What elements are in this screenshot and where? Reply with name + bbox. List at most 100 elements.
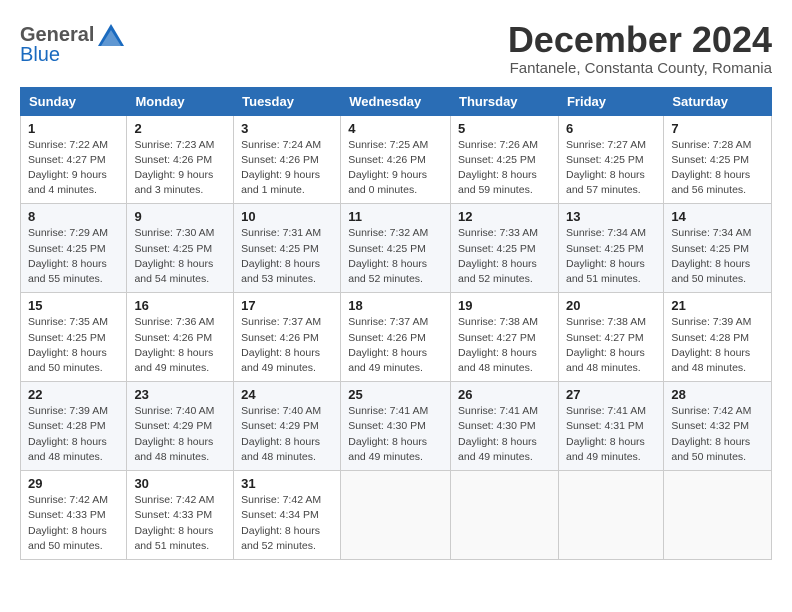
day-number: 8 bbox=[28, 209, 119, 224]
day-number: 2 bbox=[134, 121, 226, 136]
day-number: 6 bbox=[566, 121, 656, 136]
month-title: December 2024 bbox=[508, 20, 772, 60]
day-detail: Sunrise: 7:26 AM Sunset: 4:25 PM Dayligh… bbox=[458, 138, 551, 199]
logo-blue-text: Blue bbox=[20, 44, 60, 67]
calendar-day-cell: 6 Sunrise: 7:27 AM Sunset: 4:25 PM Daylig… bbox=[558, 115, 663, 204]
calendar-week-row: 8 Sunrise: 7:29 AM Sunset: 4:25 PM Daylig… bbox=[21, 204, 772, 293]
calendar-week-row: 29Sunrise: 7:42 AM Sunset: 4:33 PM Dayli… bbox=[21, 471, 772, 560]
day-detail: Sunrise: 7:30 AM Sunset: 4:25 PM Dayligh… bbox=[134, 226, 226, 287]
day-detail: Sunrise: 7:31 AM Sunset: 4:25 PM Dayligh… bbox=[241, 226, 333, 287]
day-detail: Sunrise: 7:28 AM Sunset: 4:25 PM Dayligh… bbox=[671, 138, 764, 199]
day-number: 7 bbox=[671, 121, 764, 136]
day-number: 21 bbox=[671, 298, 764, 313]
day-detail: Sunrise: 7:35 AM Sunset: 4:25 PM Dayligh… bbox=[28, 315, 119, 376]
calendar-day-cell: 21 Sunrise: 7:39 AM Sunset: 4:28 PM Dayli… bbox=[664, 293, 772, 382]
calendar-day-cell: 12 Sunrise: 7:33 AM Sunset: 4:25 PM Dayli… bbox=[451, 204, 559, 293]
calendar-day-cell: 26 Sunrise: 7:41 AM Sunset: 4:30 PM Dayli… bbox=[451, 382, 559, 471]
day-detail: Sunrise: 7:41 AM Sunset: 4:30 PM Dayligh… bbox=[458, 404, 551, 465]
weekday-header-cell: Wednesday bbox=[341, 87, 451, 115]
calendar-body: 1Sunrise: 7:22 AM Sunset: 4:27 PM Daylig… bbox=[21, 115, 772, 559]
calendar-day-cell: 3 Sunrise: 7:24 AM Sunset: 4:26 PM Daylig… bbox=[234, 115, 341, 204]
calendar-day-cell: 20 Sunrise: 7:38 AM Sunset: 4:27 PM Dayli… bbox=[558, 293, 663, 382]
day-number: 26 bbox=[458, 387, 551, 402]
title-section: December 2024 Fantanele, Constanta Count… bbox=[508, 20, 772, 77]
calendar-day-cell: 22Sunrise: 7:39 AM Sunset: 4:28 PM Dayli… bbox=[21, 382, 127, 471]
calendar-day-cell: 8 Sunrise: 7:29 AM Sunset: 4:25 PM Daylig… bbox=[21, 204, 127, 293]
calendar-day-cell: 30Sunrise: 7:42 AM Sunset: 4:33 PM Dayli… bbox=[127, 471, 234, 560]
day-detail: Sunrise: 7:41 AM Sunset: 4:30 PM Dayligh… bbox=[348, 404, 443, 465]
calendar-day-cell: 4 Sunrise: 7:25 AM Sunset: 4:26 PM Daylig… bbox=[341, 115, 451, 204]
calendar-day-cell: 14 Sunrise: 7:34 AM Sunset: 4:25 PM Dayli… bbox=[664, 204, 772, 293]
calendar-day-cell: 24 Sunrise: 7:40 AM Sunset: 4:29 PM Dayli… bbox=[234, 382, 341, 471]
calendar-day-cell bbox=[451, 471, 559, 560]
day-number: 28 bbox=[671, 387, 764, 402]
calendar-day-cell: 25 Sunrise: 7:41 AM Sunset: 4:30 PM Dayli… bbox=[341, 382, 451, 471]
day-detail: Sunrise: 7:37 AM Sunset: 4:26 PM Dayligh… bbox=[241, 315, 333, 376]
calendar-day-cell: 13 Sunrise: 7:34 AM Sunset: 4:25 PM Dayli… bbox=[558, 204, 663, 293]
calendar-day-cell: 5 Sunrise: 7:26 AM Sunset: 4:25 PM Daylig… bbox=[451, 115, 559, 204]
day-number: 15 bbox=[28, 298, 119, 313]
day-number: 1 bbox=[28, 121, 119, 136]
day-detail: Sunrise: 7:42 AM Sunset: 4:33 PM Dayligh… bbox=[134, 493, 226, 554]
weekday-header-cell: Saturday bbox=[664, 87, 772, 115]
day-detail: Sunrise: 7:40 AM Sunset: 4:29 PM Dayligh… bbox=[134, 404, 226, 465]
weekday-header-cell: Friday bbox=[558, 87, 663, 115]
day-detail: Sunrise: 7:38 AM Sunset: 4:27 PM Dayligh… bbox=[458, 315, 551, 376]
calendar-day-cell: 1Sunrise: 7:22 AM Sunset: 4:27 PM Daylig… bbox=[21, 115, 127, 204]
calendar-day-cell bbox=[664, 471, 772, 560]
calendar-week-row: 15 Sunrise: 7:35 AM Sunset: 4:25 PM Dayli… bbox=[21, 293, 772, 382]
day-number: 12 bbox=[458, 209, 551, 224]
calendar-day-cell: 29Sunrise: 7:42 AM Sunset: 4:33 PM Dayli… bbox=[21, 471, 127, 560]
page-header: General Blue December 2024 Fantanele, Co… bbox=[20, 20, 772, 77]
day-number: 20 bbox=[566, 298, 656, 313]
day-detail: Sunrise: 7:37 AM Sunset: 4:26 PM Dayligh… bbox=[348, 315, 443, 376]
day-number: 24 bbox=[241, 387, 333, 402]
day-number: 13 bbox=[566, 209, 656, 224]
calendar-day-cell: 15 Sunrise: 7:35 AM Sunset: 4:25 PM Dayli… bbox=[21, 293, 127, 382]
day-detail: Sunrise: 7:40 AM Sunset: 4:29 PM Dayligh… bbox=[241, 404, 333, 465]
day-detail: Sunrise: 7:25 AM Sunset: 4:26 PM Dayligh… bbox=[348, 138, 443, 199]
calendar-table: SundayMondayTuesdayWednesdayThursdayFrid… bbox=[20, 87, 772, 560]
day-number: 14 bbox=[671, 209, 764, 224]
calendar-day-cell: 11Sunrise: 7:32 AM Sunset: 4:25 PM Dayli… bbox=[341, 204, 451, 293]
day-detail: Sunrise: 7:39 AM Sunset: 4:28 PM Dayligh… bbox=[671, 315, 764, 376]
calendar-week-row: 22Sunrise: 7:39 AM Sunset: 4:28 PM Dayli… bbox=[21, 382, 772, 471]
calendar-week-row: 1Sunrise: 7:22 AM Sunset: 4:27 PM Daylig… bbox=[21, 115, 772, 204]
day-detail: Sunrise: 7:39 AM Sunset: 4:28 PM Dayligh… bbox=[28, 404, 119, 465]
day-detail: Sunrise: 7:27 AM Sunset: 4:25 PM Dayligh… bbox=[566, 138, 656, 199]
day-number: 27 bbox=[566, 387, 656, 402]
day-number: 31 bbox=[241, 476, 333, 491]
calendar-day-cell bbox=[558, 471, 663, 560]
day-detail: Sunrise: 7:42 AM Sunset: 4:34 PM Dayligh… bbox=[241, 493, 333, 554]
calendar-day-cell: 2Sunrise: 7:23 AM Sunset: 4:26 PM Daylig… bbox=[127, 115, 234, 204]
calendar-day-cell: 9 Sunrise: 7:30 AM Sunset: 4:25 PM Daylig… bbox=[127, 204, 234, 293]
day-detail: Sunrise: 7:33 AM Sunset: 4:25 PM Dayligh… bbox=[458, 226, 551, 287]
day-number: 3 bbox=[241, 121, 333, 136]
day-number: 9 bbox=[134, 209, 226, 224]
day-detail: Sunrise: 7:29 AM Sunset: 4:25 PM Dayligh… bbox=[28, 226, 119, 287]
day-detail: Sunrise: 7:42 AM Sunset: 4:33 PM Dayligh… bbox=[28, 493, 119, 554]
calendar-day-cell: 19Sunrise: 7:38 AM Sunset: 4:27 PM Dayli… bbox=[451, 293, 559, 382]
day-detail: Sunrise: 7:42 AM Sunset: 4:32 PM Dayligh… bbox=[671, 404, 764, 465]
day-number: 17 bbox=[241, 298, 333, 313]
day-detail: Sunrise: 7:36 AM Sunset: 4:26 PM Dayligh… bbox=[134, 315, 226, 376]
day-number: 4 bbox=[348, 121, 443, 136]
weekday-header-cell: Sunday bbox=[21, 87, 127, 115]
day-detail: Sunrise: 7:38 AM Sunset: 4:27 PM Dayligh… bbox=[566, 315, 656, 376]
location: Fantanele, Constanta County, Romania bbox=[508, 60, 772, 77]
day-detail: Sunrise: 7:34 AM Sunset: 4:25 PM Dayligh… bbox=[671, 226, 764, 287]
day-number: 25 bbox=[348, 387, 443, 402]
calendar-header-row: SundayMondayTuesdayWednesdayThursdayFrid… bbox=[21, 87, 772, 115]
logo-icon bbox=[96, 20, 126, 50]
calendar-day-cell: 7 Sunrise: 7:28 AM Sunset: 4:25 PM Daylig… bbox=[664, 115, 772, 204]
day-number: 5 bbox=[458, 121, 551, 136]
day-detail: Sunrise: 7:24 AM Sunset: 4:26 PM Dayligh… bbox=[241, 138, 333, 199]
calendar-day-cell bbox=[341, 471, 451, 560]
day-number: 10 bbox=[241, 209, 333, 224]
day-detail: Sunrise: 7:34 AM Sunset: 4:25 PM Dayligh… bbox=[566, 226, 656, 287]
weekday-header-cell: Thursday bbox=[451, 87, 559, 115]
calendar-day-cell: 17 Sunrise: 7:37 AM Sunset: 4:26 PM Dayli… bbox=[234, 293, 341, 382]
day-number: 18 bbox=[348, 298, 443, 313]
calendar-day-cell: 18 Sunrise: 7:37 AM Sunset: 4:26 PM Dayli… bbox=[341, 293, 451, 382]
weekday-header-cell: Monday bbox=[127, 87, 234, 115]
